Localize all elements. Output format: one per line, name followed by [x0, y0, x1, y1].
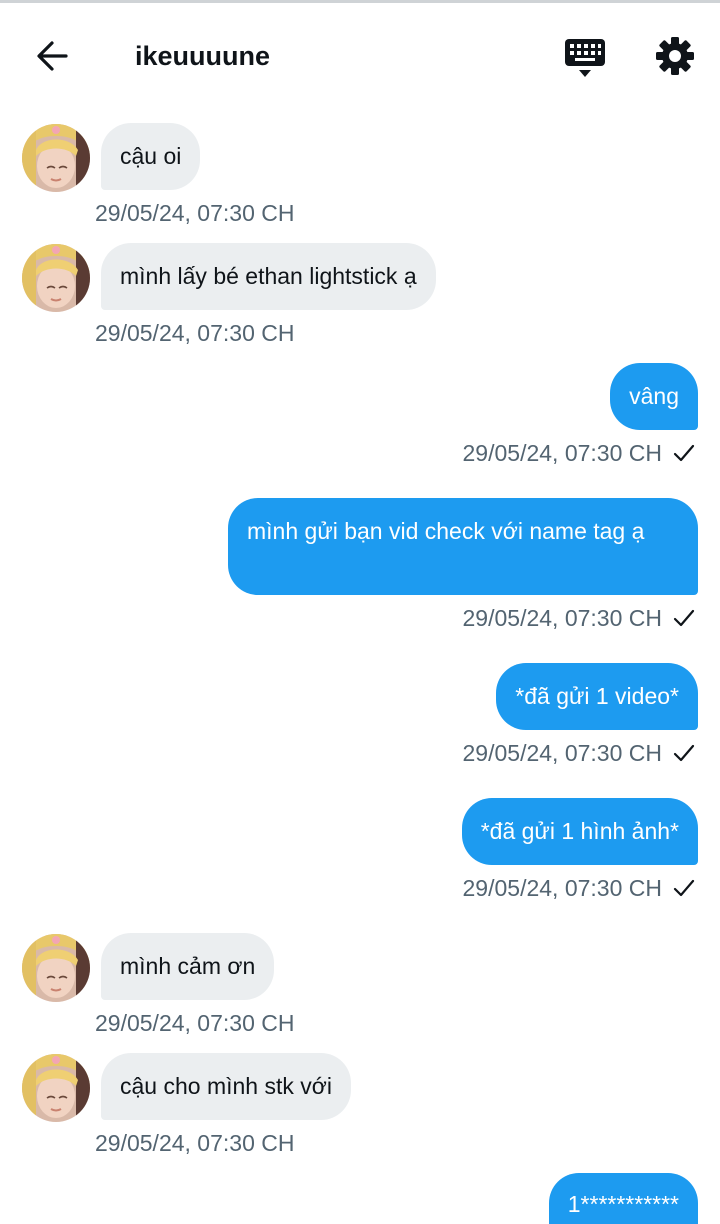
- avatar[interactable]: [22, 1054, 90, 1122]
- avatar[interactable]: [22, 244, 90, 312]
- check-icon: [673, 879, 695, 897]
- conversation-header: ikeuuuune: [0, 3, 720, 103]
- message-bubble-incoming[interactable]: mình cảm ơn: [101, 933, 275, 1000]
- keyboard-icon: [565, 39, 605, 77]
- avatar[interactable]: [22, 124, 90, 192]
- message-bubble-outgoing[interactable]: *đã gửi 1 video*: [496, 663, 698, 730]
- back-button[interactable]: [30, 35, 76, 77]
- message-timestamp: 29/05/24, 07:30 CH: [462, 440, 662, 466]
- check-icon: [673, 609, 695, 627]
- settings-button[interactable]: [654, 35, 696, 77]
- message-timestamp: 29/05/24, 07:30 CH: [95, 320, 295, 346]
- arrow-left-icon: [37, 41, 68, 71]
- gear-icon: [656, 37, 694, 75]
- message-timestamp: 29/05/24, 07:30 CH: [95, 1010, 295, 1036]
- message-timestamp: 29/05/24, 07:30 CH: [462, 605, 662, 631]
- conversation-title: ikeuuuune: [135, 41, 271, 71]
- message-bubble-incoming[interactable]: cậu cho mình stk với: [101, 1053, 351, 1120]
- keyboard-button[interactable]: [562, 36, 608, 80]
- message-timestamp: 29/05/24, 07:30 CH: [95, 200, 295, 226]
- message-bubble-outgoing[interactable]: mình gửi bạn vid check với name tag ạ: [228, 498, 698, 595]
- message-timestamp: 29/05/24, 07:30 CH: [95, 1130, 295, 1156]
- message-bubble-outgoing[interactable]: 1***********: [548, 1173, 698, 1224]
- message-bubble-outgoing[interactable]: *đã gửi 1 hình ảnh*: [461, 798, 698, 865]
- message-bubble-incoming[interactable]: cậu oi: [101, 123, 201, 190]
- message-bubble-outgoing[interactable]: vâng: [610, 363, 698, 430]
- message-timestamp: 29/05/24, 07:30 CH: [462, 875, 662, 901]
- check-icon: [673, 444, 695, 462]
- message-timestamp: 29/05/24, 07:30 CH: [462, 740, 662, 766]
- check-icon: [673, 744, 695, 762]
- message-bubble-incoming[interactable]: mình lấy bé ethan lightstick ạ: [101, 243, 436, 310]
- avatar[interactable]: [22, 934, 90, 1002]
